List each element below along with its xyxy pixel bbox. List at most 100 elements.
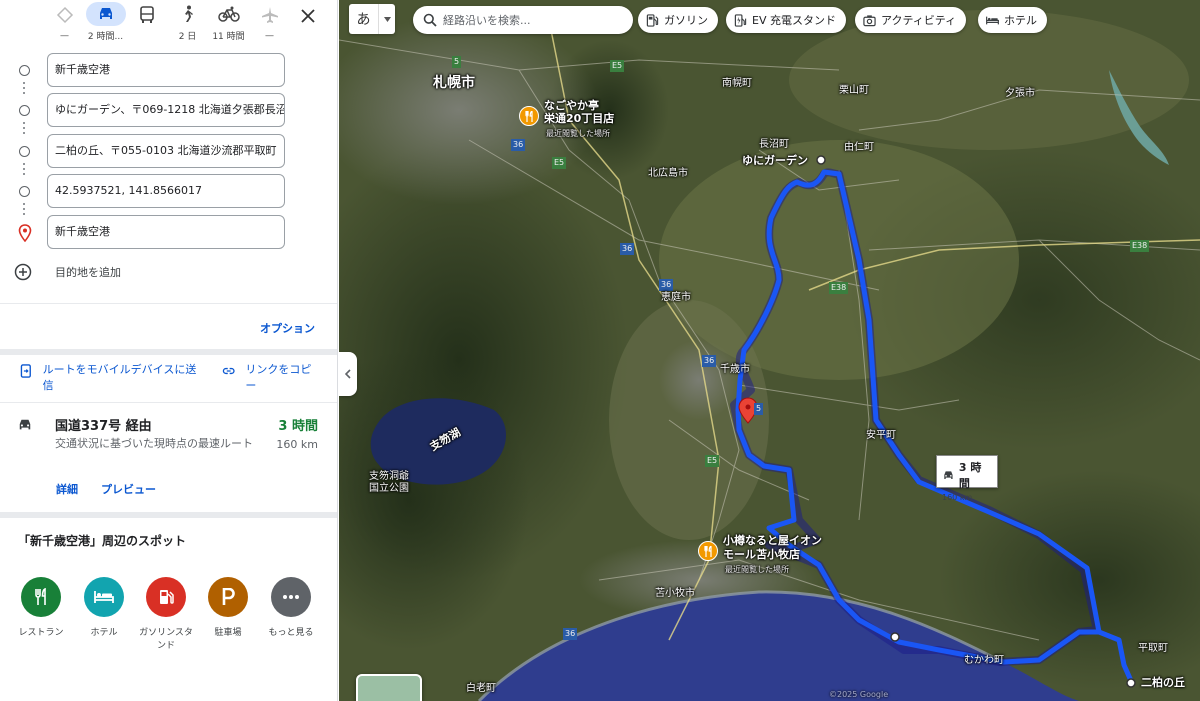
route-name: 国道337号 経由 [55, 419, 152, 434]
map-label-kitahiroshima: 北広島市 [648, 168, 688, 179]
bed-icon [986, 16, 999, 24]
route-duration: 3 時間 [278, 419, 318, 434]
camera-icon [863, 14, 876, 26]
map-label-restaurant-2-branch: モール苫小牧店 [723, 548, 800, 561]
stop-input-origin[interactable]: 新千歳空港 [47, 53, 285, 87]
divider [0, 303, 337, 304]
mode-car-label: 2 時間... [87, 32, 124, 42]
restaurant-pin-icon [698, 541, 718, 561]
send-to-phone-icon [20, 364, 31, 378]
search-along-route-box[interactable] [413, 6, 633, 34]
map-label-abira: 安平町 [866, 430, 896, 441]
waypoint-marker [816, 155, 826, 165]
map-label-nikashiwa: 二柏の丘 [1141, 676, 1185, 689]
stop-row-4: 42.5937521, 141.8566017 [0, 174, 337, 210]
directions-panel: — 2 時間... 2 日 11 時間 — 新千歳空港 ゆにガーデン、〒069-… [0, 0, 338, 701]
stop-circle-icon [19, 146, 30, 157]
route-option[interactable]: 国道337号 経由 3 時間 交通状況に基づいた現時点の最速ルート 160 km… [0, 405, 337, 510]
bicycle-icon [209, 2, 249, 26]
chip-ev-charger[interactable]: EV 充電スタンド [726, 7, 846, 33]
collapse-panel-button[interactable] [339, 352, 357, 396]
map-label-yuni-garden: ゆにガーデン [742, 154, 808, 167]
map-label-restaurant-2-recent: 最近閲覧した場所 [725, 565, 789, 574]
add-destination-button[interactable]: 目的地を追加 [14, 262, 121, 282]
road-shield: 36 [511, 139, 526, 151]
mode-bike-label: 11 時間 [212, 32, 245, 42]
mode-flight-button[interactable]: — [249, 2, 290, 42]
road-shield: E5 [552, 157, 567, 169]
nearby-gas-label: ガソリンスタンド [139, 628, 193, 651]
section-divider [0, 512, 337, 518]
restaurant-pin-icon [519, 106, 539, 126]
mode-walk-label: 2 日 [178, 32, 197, 42]
input-method-selector[interactable]: あ [349, 4, 395, 34]
nearby-hotel-button[interactable]: ホテル [69, 577, 139, 640]
stop-row-3: 二柏の丘、〒055-0103 北海道沙流郡平取町 [0, 134, 337, 170]
road-shield: E38 [1130, 240, 1150, 252]
send-to-mobile-label: ルートをモバイルデバイスに送信 [42, 363, 197, 392]
nearby-gas-button[interactable]: ガソリンスタンド [131, 577, 201, 653]
route-callout-distance: 160 km [942, 493, 973, 502]
chip-activities-label: アクティビティ [881, 14, 957, 27]
map-label-sapporo: 札幌市 [433, 75, 475, 91]
car-icon [944, 470, 953, 479]
map-label-kuriyama: 栗山町 [839, 85, 869, 96]
airplane-icon [250, 2, 290, 28]
stop-input-3[interactable]: 二柏の丘、〒055-0103 北海道沙流郡平取町 [47, 134, 285, 168]
chip-gas[interactable]: ガソリン [638, 7, 718, 33]
nearby-spots-title: 「新千歳空港」周辺のスポット [18, 534, 187, 548]
mode-car-button[interactable]: 2 時間... [85, 2, 126, 42]
stop-input-destination[interactable]: 新千歳空港 [47, 215, 285, 249]
map-canvas[interactable]: 5 E5 36 36 E5 36 36 E38 E38 E5 36 5 札幌市 … [339, 0, 1200, 701]
route-description: 交通状況に基づいた現時点の最速ルート [55, 437, 253, 450]
chip-hotel[interactable]: ホテル [978, 7, 1047, 33]
stop-row-2: ゆにガーデン、〒069-1218 北海道夕張郡長沼町 [0, 93, 337, 129]
send-to-mobile-button[interactable]: ルートをモバイルデバイスに送信 [19, 362, 199, 394]
stop-input-4[interactable]: 42.5937521, 141.8566017 [47, 174, 285, 208]
stop-row-destination: 新千歳空港 [0, 215, 337, 251]
mode-flight-label: — [265, 31, 274, 41]
route-distance: 160 km [276, 438, 318, 451]
map-label-chitose: 千歳市 [720, 364, 750, 375]
mode-transit-button[interactable] [126, 2, 167, 42]
destination-pin-icon [18, 224, 32, 242]
map-label-restaurant-2: 小樽なると屋イオン [723, 534, 822, 547]
map-label-shiraoi: 白老町 [466, 683, 496, 694]
close-icon [301, 9, 315, 23]
stop-row-origin: 新千歳空港 [0, 53, 337, 89]
nearby-restaurant-button[interactable]: レストラン [6, 577, 76, 640]
map-label-yubari: 夕張市 [1005, 88, 1035, 99]
map-label-eniwa: 恵庭市 [661, 292, 691, 303]
map-copyright: ©2025 Google [829, 690, 889, 699]
search-along-route-input[interactable] [443, 13, 623, 27]
route-details-link[interactable]: 詳細 [56, 481, 78, 497]
gas-station-icon [146, 577, 186, 617]
road-shield: 36 [620, 243, 635, 255]
options-button[interactable]: オプション [260, 320, 315, 336]
add-destination-label: 目的地を追加 [55, 266, 121, 279]
map-label-shikotsu-park: 支笏洞爺 国立公園 [369, 471, 409, 494]
nearby-more-button[interactable]: もっと見る [256, 577, 326, 640]
route-preview-link[interactable]: プレビュー [101, 481, 156, 497]
copy-link-label: リンクをコピー [245, 363, 312, 392]
stop-input-2[interactable]: ゆにガーデン、〒069-1218 北海道夕張郡長沼町 [47, 93, 285, 127]
close-directions-button[interactable] [292, 3, 324, 29]
nearby-parking-button[interactable]: 駐車場 [193, 577, 263, 640]
mode-best-button[interactable]: — [44, 2, 85, 42]
bus-icon [127, 2, 167, 28]
road-shield: 36 [563, 628, 578, 640]
copy-link-button[interactable]: リンクをコピー [222, 362, 322, 394]
link-icon [222, 367, 235, 375]
road-shield: 36 [659, 279, 674, 291]
hotel-icon [84, 577, 124, 617]
map-label-yuni: 由仁町 [844, 142, 874, 153]
route-info-callout[interactable]: 3 時間 160 km [936, 455, 998, 502]
road-shield: E5 [705, 455, 720, 467]
mode-bike-button[interactable]: 11 時間 [208, 2, 249, 42]
origin-circle-icon [19, 65, 30, 76]
mode-walk-button[interactable]: 2 日 [167, 2, 208, 42]
chip-activities[interactable]: アクティビティ [855, 7, 967, 33]
road-shield: E5 [610, 60, 625, 72]
walk-icon [168, 2, 208, 26]
map-layers-toggle[interactable] [356, 674, 422, 701]
